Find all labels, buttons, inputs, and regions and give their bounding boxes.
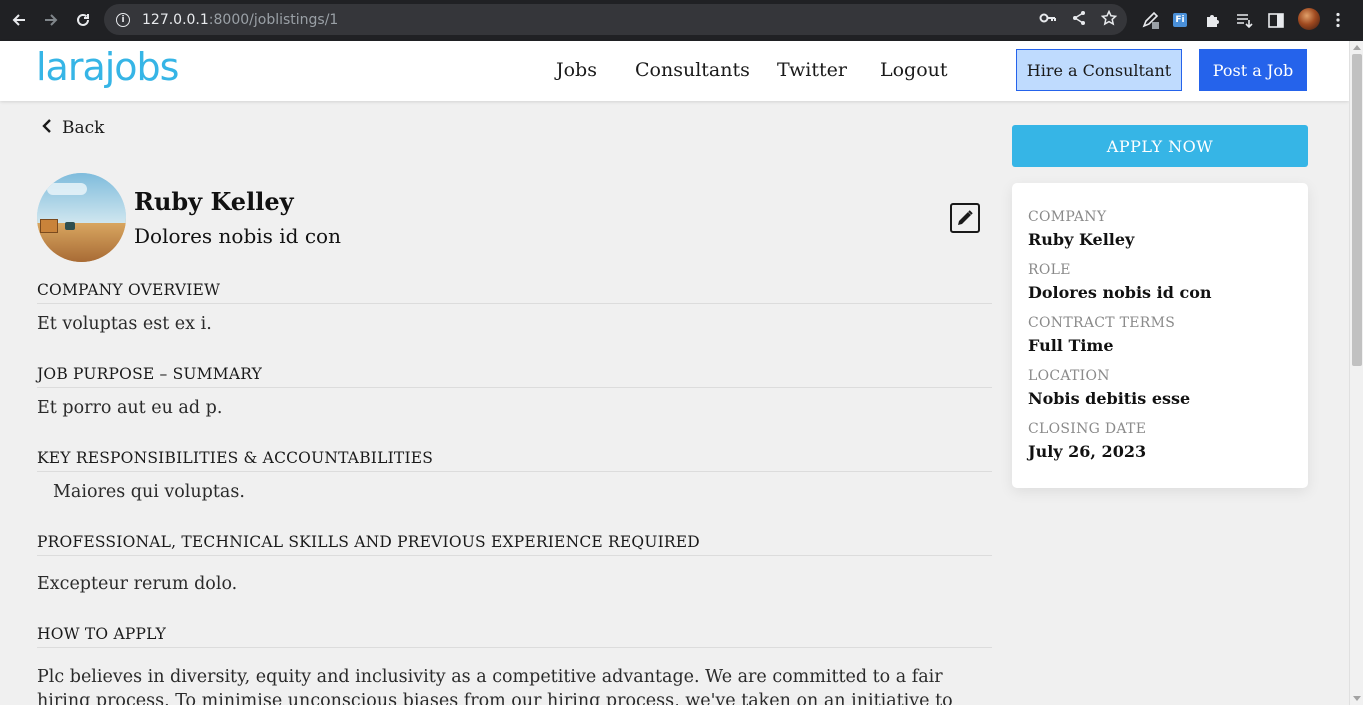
url-text[interactable]: 127.0.0.1:8000/joblistings/1 [142,12,338,28]
detail-value-location: Nobis debitis esse [1028,389,1191,408]
section-body-skills: Excepteur rerum dolo. [37,574,238,594]
section-heading-skills: PROFESSIONAL, TECHNICAL SKILLS AND PREVI… [37,533,992,556]
detail-label-contract-terms: CONTRACT TERMS [1028,315,1176,331]
section-heading-how-to-apply: HOW TO APPLY [37,625,992,648]
menu-dots-icon[interactable] [1335,8,1341,32]
detail-label-location: LOCATION [1028,368,1110,384]
section-heading-company-overview: COMPANY OVERVIEW [37,281,992,304]
apply-now-button[interactable]: APPLY NOW [1012,125,1308,167]
detail-value-contract-terms: Full Time [1028,336,1114,355]
forward-arrow-icon[interactable] [38,7,64,33]
section-heading-responsibilities: KEY RESPONSIBILITIES & ACCOUNTABILITIES [37,449,992,472]
nav-consultants[interactable]: Consultants [635,59,750,81]
section-body-company-overview: Et voluptas est ex i. [37,314,212,334]
url-path: :8000/joblistings/1 [208,11,339,28]
key-icon[interactable] [1039,11,1057,29]
site-info-icon[interactable]: i [116,12,130,27]
detail-label-closing-date: CLOSING DATE [1028,421,1147,437]
company-logo-image [37,173,126,262]
section-body-job-purpose: Et porro aut eu ad p. [37,398,223,418]
scroll-down-arrow[interactable] [1353,696,1361,701]
job-details-card: COMPANY Ruby Kelley ROLE Dolores nobis i… [1012,183,1308,488]
section-body-responsibilities: Maiores qui voluptas. [53,482,245,502]
page-scrollbar[interactable] [1349,41,1363,705]
site-logo[interactable]: larajobs [36,45,179,89]
star-icon[interactable] [1100,9,1118,30]
detail-label-role: ROLE [1028,262,1071,278]
extension-pen-icon[interactable] [1141,8,1161,32]
detail-value-company: Ruby Kelley [1028,230,1135,249]
nav-logout[interactable]: Logout [880,59,948,81]
detail-value-role: Dolores nobis id con [1028,283,1212,302]
reading-list-icon[interactable] [1236,8,1253,32]
extensions-puzzle-icon[interactable] [1204,8,1221,32]
hire-consultant-button[interactable]: Hire a Consultant [1016,49,1182,91]
profile-avatar[interactable] [1298,7,1320,31]
scroll-up-arrow[interactable] [1353,45,1361,50]
role-title: Dolores nobis id con [134,224,341,248]
omnibox-actions [1039,4,1118,35]
back-label: Back [62,118,105,138]
browser-toolbar: i 127.0.0.1:8000/joblistings/1 Fi [0,0,1363,41]
extension-fi-icon[interactable]: Fi [1173,8,1187,32]
nav-twitter[interactable]: Twitter [777,59,847,81]
reload-icon[interactable] [70,7,96,33]
back-link[interactable]: Back [42,118,104,138]
section-body-how-to-apply: Plc believes in diversity, equity and in… [37,667,953,705]
detail-value-closing-date: July 26, 2023 [1028,442,1147,461]
url-host: 127.0.0.1 [142,11,209,28]
address-bar[interactable]: i 127.0.0.1:8000/joblistings/1 [104,4,1127,35]
edit-icon[interactable] [950,203,980,233]
chevron-left-icon [42,119,52,137]
scroll-thumb[interactable] [1352,54,1362,366]
section-heading-job-purpose: JOB PURPOSE – SUMMARY [37,365,992,388]
company-name: Ruby Kelley [134,187,294,216]
site-header: larajobs Jobs Consultants Twitter Logout… [0,41,1349,101]
share-icon[interactable] [1071,10,1087,30]
nav-jobs[interactable]: Jobs [556,59,597,81]
detail-label-company: COMPANY [1028,209,1107,225]
post-job-button[interactable]: Post a Job [1199,49,1307,91]
back-arrow-icon[interactable] [6,7,32,33]
side-panel-icon[interactable] [1268,8,1284,32]
